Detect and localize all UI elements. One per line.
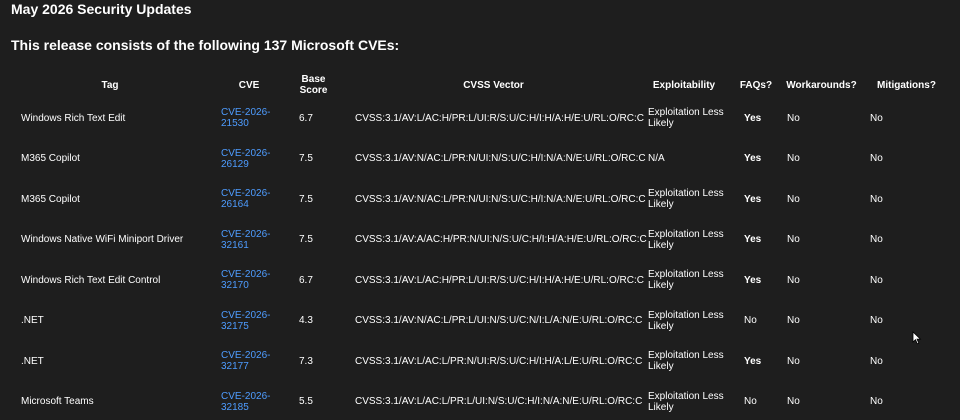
page-title: May 2026 Security Updates xyxy=(11,1,192,17)
table-row: M365 Copilot CVE-2026-26129 7.5 CVSS:3.1/AV… xyxy=(10,139,950,180)
column-header-tag: Tag xyxy=(101,79,119,91)
cell-cve: CVE-2026-32175 xyxy=(210,301,288,342)
cell-exploitability: Exploitation Less Likely xyxy=(648,228,724,251)
cell-workarounds: No xyxy=(787,153,800,165)
cell-exploitability: N/A xyxy=(648,153,665,165)
cell-cvss-vector: CVSS:3.1/AV:A/AC:H/PR:N/UI:N/S:U/C:H/I:H… xyxy=(355,234,647,246)
cell-cve: CVE-2026-32177 xyxy=(210,341,288,382)
cell-base-score: 6.7 xyxy=(299,112,313,124)
cell-mitigations: No xyxy=(870,193,883,205)
cve-link[interactable]: CVE-2026-21530 xyxy=(221,107,273,129)
cell-cvss-vector: CVSS:3.1/AV:L/AC:L/PR:N/UI:R/S:U/C:H/I:H… xyxy=(355,355,643,367)
cell-cvss-vector: CVSS:3.1/AV:N/AC:L/PR:N/UI:N/S:U/C:H/I:N… xyxy=(355,193,646,205)
cell-mitigations: No xyxy=(870,234,883,246)
page: May 2026 Security Updates This release c… xyxy=(0,0,960,420)
cell-cve: CVE-2026-26129 xyxy=(210,139,288,180)
cell-workarounds: No xyxy=(787,193,800,205)
cell-mitigations: No xyxy=(870,153,883,165)
cell-base-score: 7.3 xyxy=(299,355,313,367)
cell-exploitability: Exploitation Less Likely xyxy=(648,309,724,332)
cell-exploitability: Exploitation Less Likely xyxy=(648,350,724,373)
cve-link[interactable]: CVE-2026-26129 xyxy=(221,148,273,170)
table-row: Windows Rich Text Edit CVE-2026-21530 6.7 C… xyxy=(10,98,950,139)
cell-base-score: 7.5 xyxy=(299,153,313,165)
cell-cve: CVE-2026-26164 xyxy=(210,179,288,220)
column-header-cve: CVE xyxy=(238,79,260,91)
cell-mitigations: No xyxy=(870,396,883,408)
cve-link[interactable]: CVE-2026-32185 xyxy=(221,391,273,413)
table-row: .NET CVE-2026-32175 4.3 CVSS:3.1/AV:N/AC:L/… xyxy=(10,301,950,342)
cell-mitigations: No xyxy=(870,274,883,286)
table-row: Windows Native WiFi Miniport Driver CVE-2… xyxy=(10,220,950,261)
column-header-base-score: Base Score xyxy=(288,72,351,98)
cell-faqs: Yes xyxy=(744,234,762,246)
cell-tag: Windows Native WiFi Miniport Driver xyxy=(21,234,184,246)
column-header-cvss-vector: CVSS Vector xyxy=(463,79,524,91)
cell-base-score: 5.5 xyxy=(299,396,313,408)
cell-tag: M365 Copilot xyxy=(21,153,80,165)
cell-exploitability: Exploitation Less Likely xyxy=(648,269,724,292)
table-header-row: Tag CVE Base Score CVSS Vector Exploitab… xyxy=(10,72,950,98)
cell-base-score: 4.3 xyxy=(299,315,313,327)
cell-cvss-vector: CVSS:3.1/AV:L/AC:H/PR:L/UI:R/S:U/C:H/I:H… xyxy=(355,274,644,286)
base-score-header-label: Base Score xyxy=(299,74,328,96)
cell-workarounds: No xyxy=(787,396,800,408)
table-row: M365 Copilot CVE-2026-26164 7.5 CVSS:3.1/AV… xyxy=(10,179,950,220)
cell-faqs: Yes xyxy=(744,274,762,286)
cve-table: Tag CVE Base Score CVSS Vector Exploitab… xyxy=(10,72,950,420)
cell-cvss-vector: CVSS:3.1/AV:N/AC:L/PR:L/UI:N/S:U/C:N/I:L… xyxy=(355,315,643,327)
cell-workarounds: No xyxy=(787,234,800,246)
cve-link[interactable]: CVE-2026-32161 xyxy=(221,229,273,251)
cell-faqs: Yes xyxy=(744,193,762,205)
cell-cvss-vector: CVSS:3.1/AV:L/AC:H/PR:L/UI:R/S:U/C:H/I:H… xyxy=(355,112,644,124)
cve-link[interactable]: CVE-2026-32175 xyxy=(221,310,273,332)
cell-workarounds: No xyxy=(787,355,800,367)
cell-tag: Windows Rich Text Edit xyxy=(21,112,126,124)
column-header-faqs: FAQs? xyxy=(739,79,773,91)
table-row: Windows Rich Text Edit Control CVE-2026-3… xyxy=(10,260,950,301)
cell-tag: Windows Rich Text Edit Control xyxy=(21,274,161,286)
cell-mitigations: No xyxy=(870,355,883,367)
cell-exploitability: Exploitation Less Likely xyxy=(648,107,724,130)
cell-workarounds: No xyxy=(787,112,800,124)
cve-link[interactable]: CVE-2026-32177 xyxy=(221,350,273,372)
cell-tag: .NET xyxy=(21,355,44,367)
column-header-mitigations: Mitigations? xyxy=(877,79,936,91)
column-header-exploitability: Exploitability xyxy=(652,79,716,91)
cell-cvss-vector: CVSS:3.1/AV:N/AC:L/PR:N/UI:N/S:U/C:H/I:N… xyxy=(355,153,646,165)
cell-tag: .NET xyxy=(21,315,44,327)
cell-workarounds: No xyxy=(787,274,800,286)
cell-mitigations: No xyxy=(870,112,883,124)
column-header-workarounds: Workarounds? xyxy=(786,79,857,91)
table-row: .NET CVE-2026-32177 7.3 CVSS:3.1/AV:L/AC:L/… xyxy=(10,341,950,382)
cell-faqs: No xyxy=(744,315,757,327)
table-row: Microsoft Teams CVE-2026-32185 5.5 CVSS:3.1… xyxy=(10,382,950,420)
cell-faqs: Yes xyxy=(744,112,762,124)
cell-tag: M365 Copilot xyxy=(21,193,80,205)
cell-tag: Microsoft Teams xyxy=(21,396,94,408)
cve-link[interactable]: CVE-2026-26164 xyxy=(221,188,273,210)
cell-cve: CVE-2026-32170 xyxy=(210,260,288,301)
mouse-pointer-icon xyxy=(912,331,922,345)
cell-faqs: No xyxy=(744,396,757,408)
cell-faqs: Yes xyxy=(744,153,762,165)
cell-base-score: 6.7 xyxy=(299,274,313,286)
cell-base-score: 7.5 xyxy=(299,234,313,246)
cell-cve: CVE-2026-32185 xyxy=(210,382,288,420)
cell-cve: CVE-2026-21530 xyxy=(210,98,288,139)
cell-workarounds: No xyxy=(787,315,800,327)
cve-link[interactable]: CVE-2026-32170 xyxy=(221,269,273,291)
cell-base-score: 7.5 xyxy=(299,193,313,205)
page-subtitle: This release consists of the following 1… xyxy=(11,37,400,53)
cell-exploitability: Exploitation Less Likely xyxy=(648,188,724,211)
cell-cvss-vector: CVSS:3.1/AV:L/AC:L/PR:L/UI:N/S:U/C:H/I:N… xyxy=(355,396,643,408)
cve-table-body: Windows Rich Text Edit CVE-2026-21530 6.7 C… xyxy=(10,98,950,420)
cell-mitigations: No xyxy=(870,315,883,327)
cell-cve: CVE-2026-32161 xyxy=(210,220,288,261)
cell-exploitability: Exploitation Less Likely xyxy=(648,390,724,413)
cell-faqs: Yes xyxy=(744,355,762,367)
